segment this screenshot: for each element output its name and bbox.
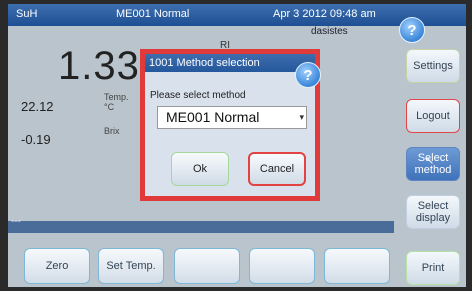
method-selection-dialog: 1001 Method selection ? Please select me… — [140, 49, 321, 201]
temperature-value: 22.12 — [21, 99, 54, 114]
datetime-label: Apr 3 2012 09:48 am — [273, 8, 376, 20]
temperature-label: Temp. °C — [104, 92, 129, 112]
help-icon[interactable]: ? — [399, 17, 425, 43]
logout-button[interactable]: Logout — [406, 99, 460, 133]
operator-label: dasistes — [311, 26, 348, 37]
print-button[interactable]: Print — [406, 251, 460, 285]
device-frame: SuH ME001 Normal Apr 3 2012 09:48 am das… — [0, 0, 472, 291]
method-dropdown-value: ME001 Normal — [166, 109, 260, 125]
dialog-help-icon[interactable]: ? — [295, 62, 321, 88]
title-bar: SuH ME001 Normal Apr 3 2012 09:48 am — [8, 4, 466, 26]
brix-value: -0.19 — [21, 132, 51, 147]
temperature-unit: °C — [104, 102, 115, 112]
user-label: SuH — [16, 8, 38, 20]
select-display-label-2: display — [415, 212, 451, 224]
function-button-5[interactable] — [324, 248, 390, 284]
brix-label: Brix — [104, 126, 120, 136]
select-display-button[interactable]: Select display — [406, 195, 460, 229]
temperature-label-line1: Temp. — [104, 92, 129, 102]
dialog-prompt: Please select method — [150, 90, 246, 101]
pointer-cursor-icon: ↖ — [425, 155, 435, 167]
cancel-button[interactable]: Cancel — [248, 152, 306, 186]
settings-button[interactable]: Settings — [406, 49, 460, 83]
ok-button[interactable]: Ok — [171, 152, 229, 186]
status-strip-text: --- — [11, 216, 21, 227]
touch-screen: SuH ME001 Normal Apr 3 2012 09:48 am das… — [8, 4, 466, 287]
current-method-label: ME001 Normal — [116, 8, 190, 20]
function-button-3[interactable] — [174, 248, 240, 284]
dialog-title: 1001 Method selection — [145, 54, 315, 72]
dropdown-arrow-icon[interactable]: ▾ — [299, 112, 304, 123]
select-display-label-1: Select — [417, 200, 449, 212]
set-temp-button[interactable]: Set Temp. — [98, 248, 164, 284]
status-strip: --- — [8, 216, 394, 233]
method-dropdown[interactable]: ME001 Normal ▾ — [157, 106, 307, 129]
zero-button[interactable]: Zero — [24, 248, 90, 284]
function-button-4[interactable] — [249, 248, 315, 284]
